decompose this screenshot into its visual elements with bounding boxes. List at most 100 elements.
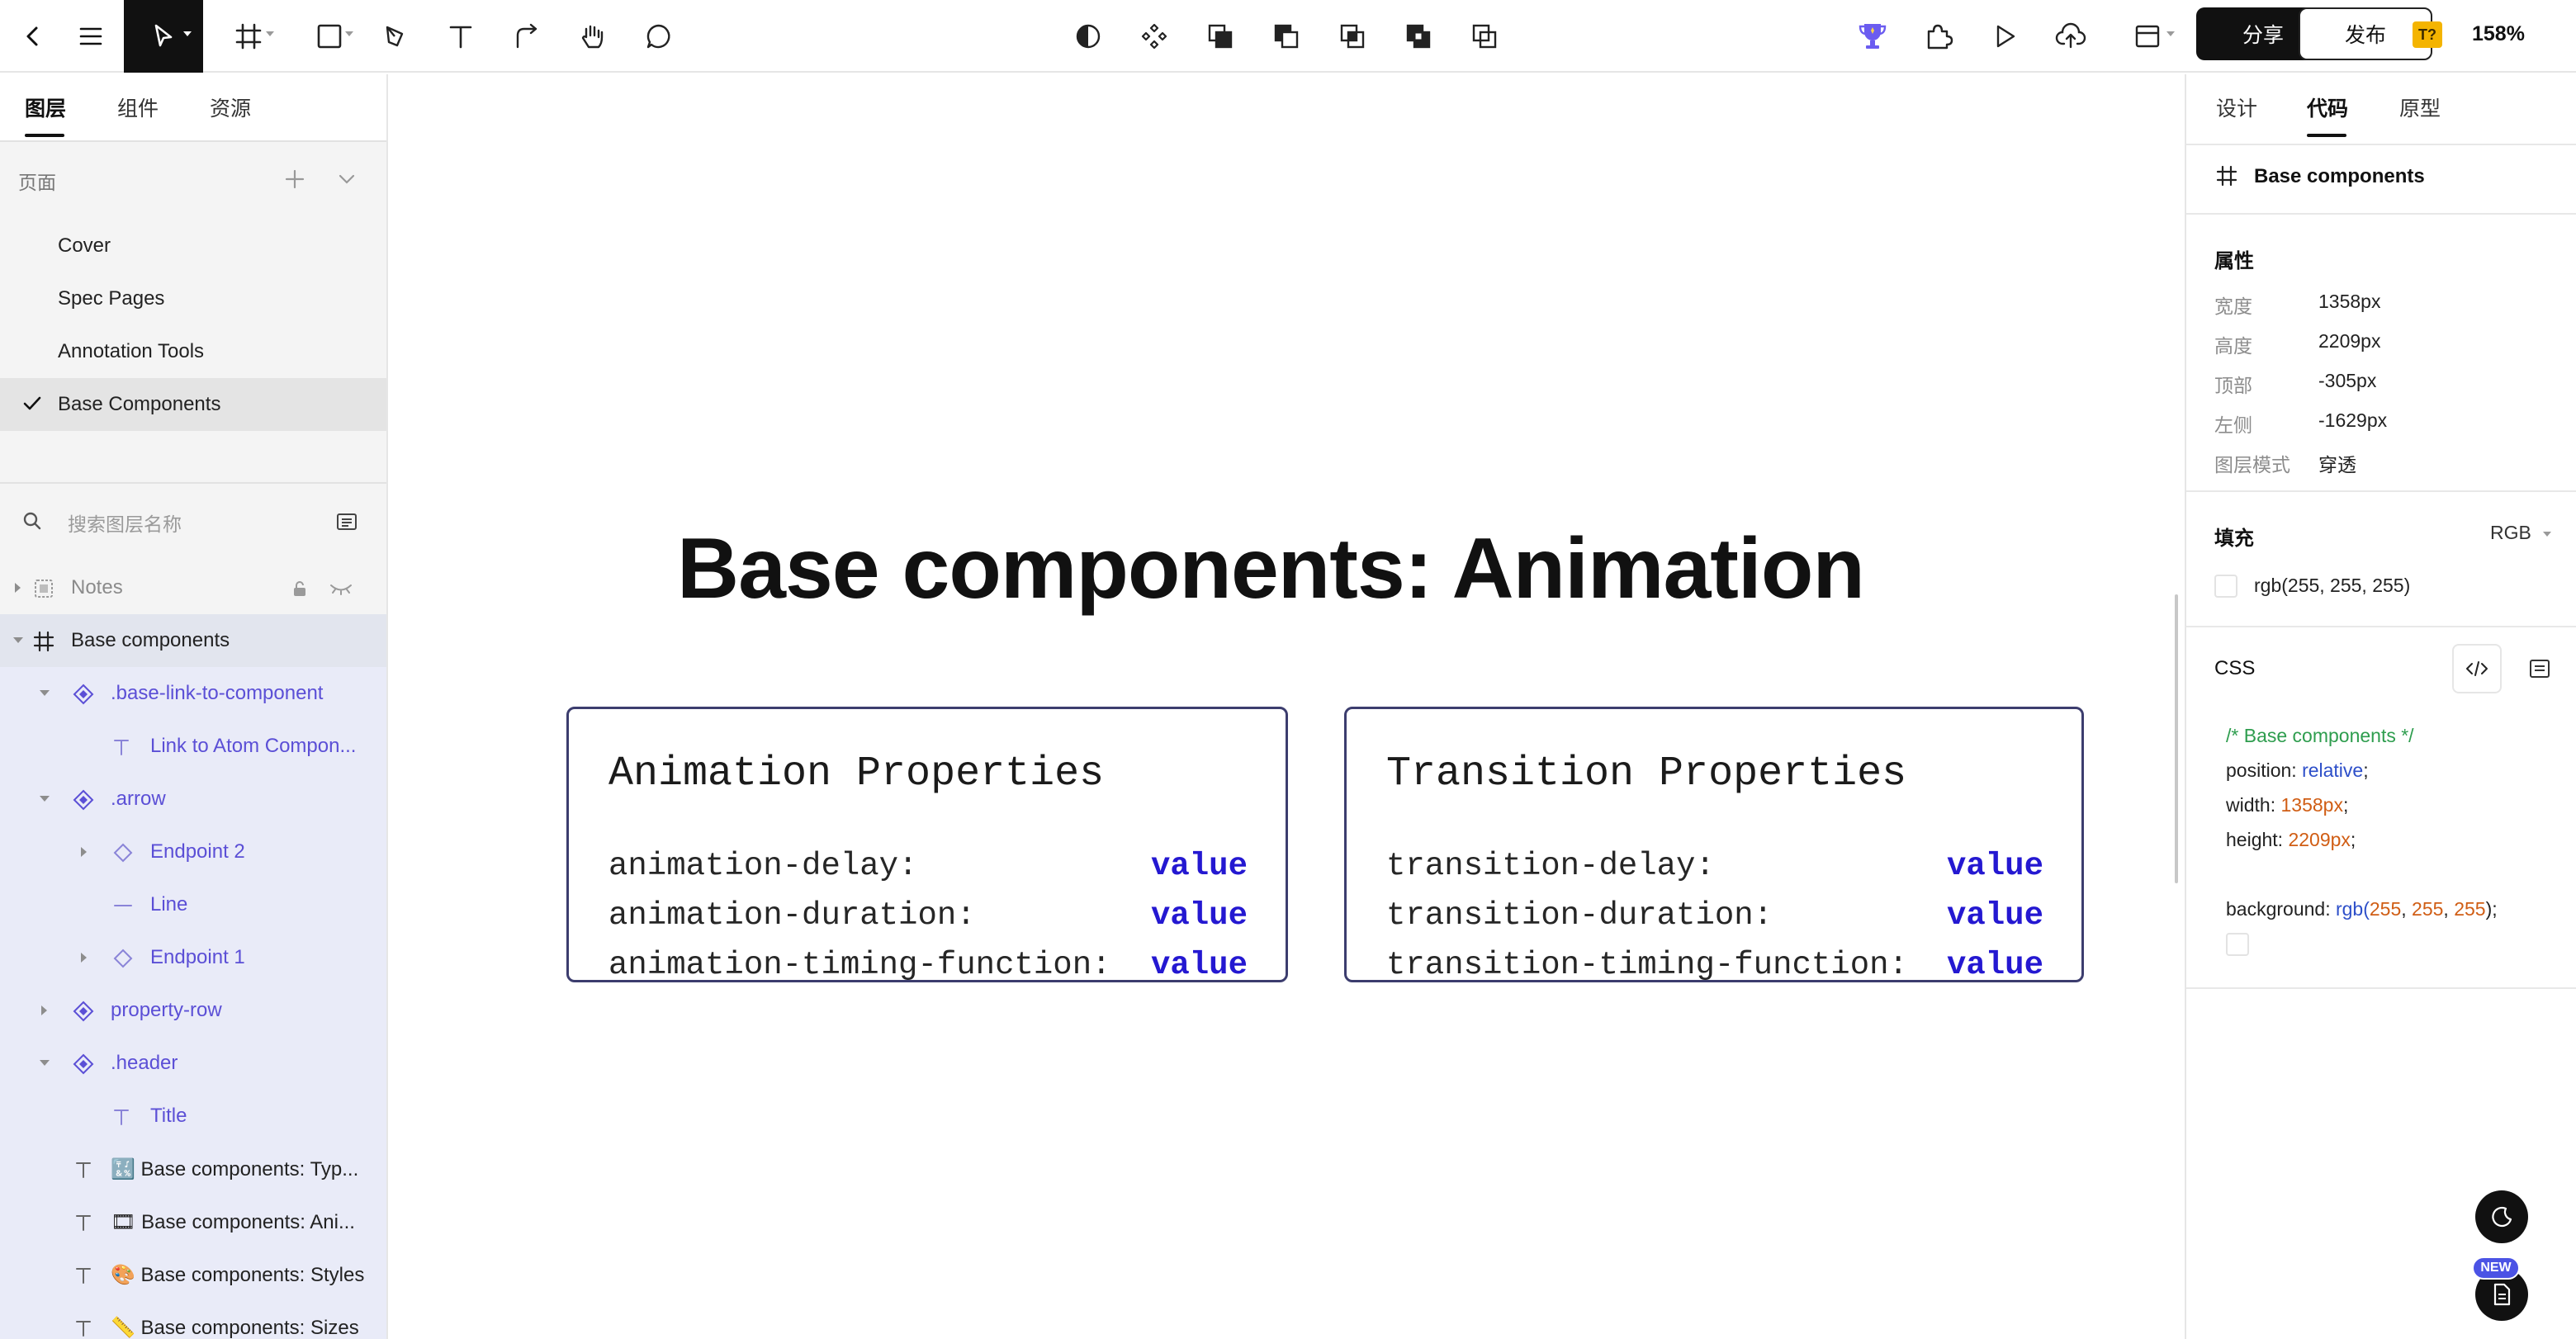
layer-row-property-row[interactable]: property-row <box>0 984 386 1037</box>
tab-design[interactable]: 设计 <box>2216 92 2257 122</box>
layer-row-notes[interactable]: Notes <box>0 561 386 614</box>
color-mode-select[interactable]: RGB <box>2490 522 2531 544</box>
layer-row-styles[interactable]: 🎨 Base components: Styles <box>0 1248 386 1301</box>
layer-label: Endpoint 2 <box>150 840 245 863</box>
union-button[interactable] <box>1197 0 1243 73</box>
component-icon <box>1141 23 1167 50</box>
plugin-icon[interactable] <box>1915 0 1962 73</box>
page-label: Base Components <box>58 393 221 415</box>
chevron-down-icon[interactable] <box>345 31 353 36</box>
trophy-icon[interactable] <box>1849 0 1896 73</box>
chevron-down-icon[interactable] <box>2166 31 2175 36</box>
text-icon <box>449 26 472 49</box>
layer-row-endpoint-1[interactable]: Endpoint 1 <box>0 931 386 984</box>
menu-icon[interactable] <box>66 0 116 73</box>
layout-menu-button[interactable] <box>2119 0 2176 73</box>
canvas-scrollbar[interactable] <box>2175 594 2178 883</box>
layer-row-base-link-to-component[interactable]: .base-link-to-component <box>0 667 386 720</box>
expand-caret-icon[interactable] <box>81 953 87 963</box>
chevron-down-icon[interactable] <box>337 172 357 187</box>
filter-list-icon[interactable] <box>335 512 358 532</box>
font-missing-badge[interactable]: T? <box>2413 21 2442 48</box>
page-item-annotation-tools[interactable]: Annotation Tools <box>0 325 386 378</box>
left-panel: 图层 组件 资源 页面 Cover Spec Pages Annotation … <box>0 74 388 1339</box>
css-color-swatch <box>2226 933 2249 956</box>
fill-value[interactable]: rgb(255, 255, 255) <box>2254 575 2410 597</box>
frame-tool-button[interactable] <box>220 0 277 73</box>
css-heading: CSS <box>2214 657 2256 679</box>
pointer-tool-button[interactable] <box>124 0 203 73</box>
page-item-spec-pages[interactable]: Spec Pages <box>0 272 386 325</box>
top-value: -305px <box>2318 370 2377 391</box>
dark-mode-button[interactable] <box>2475 1190 2528 1243</box>
add-page-icon[interactable] <box>284 168 305 190</box>
expand-caret-icon[interactable] <box>81 847 87 857</box>
component-button[interactable] <box>1131 0 1177 73</box>
text-layer-icon <box>76 1162 91 1178</box>
transition-properties-card[interactable]: Transition Properties transition-delay: … <box>1344 707 2084 983</box>
property-name: animation-duration: <box>608 897 976 934</box>
design-canvas[interactable]: Base components: Animation Animation Pro… <box>390 74 2185 1339</box>
expand-caret-icon[interactable] <box>15 583 21 593</box>
layer-row-header[interactable]: .header <box>0 1037 386 1090</box>
flatten-button[interactable] <box>1461 0 1508 73</box>
css-comment-text: /* Base components */ <box>2226 725 2414 746</box>
tab-prototype[interactable]: 原型 <box>2399 92 2441 122</box>
comment-tool-button[interactable] <box>632 0 685 73</box>
upload-cloud-icon[interactable] <box>2048 0 2094 73</box>
layer-label: Link to Atom Compon... <box>150 735 357 757</box>
layer-label: property-row <box>111 999 222 1021</box>
lock-icon[interactable] <box>291 580 309 598</box>
eye-hidden-icon[interactable] <box>329 581 353 596</box>
chevron-down-icon[interactable] <box>2543 532 2551 537</box>
property-name: transition-duration: <box>1386 897 1773 934</box>
collapse-caret-icon[interactable] <box>40 1060 50 1066</box>
property-value: value <box>1946 897 2043 934</box>
hand-tool-button[interactable] <box>566 0 619 73</box>
layer-row-animation[interactable]: 🎞 Base components: Ani... <box>0 1195 386 1248</box>
list-view-button[interactable] <box>2515 644 2564 693</box>
code-view-button[interactable] <box>2452 644 2502 693</box>
pen-tool-button[interactable] <box>368 0 421 73</box>
fill-swatch[interactable] <box>2214 575 2237 598</box>
layer-row-line[interactable]: Line <box>0 878 386 931</box>
connector-icon <box>516 23 537 49</box>
tab-assets[interactable]: 资源 <box>210 92 251 122</box>
text-tool-button[interactable] <box>434 0 487 73</box>
collapse-caret-icon[interactable] <box>40 796 50 802</box>
tab-components[interactable]: 组件 <box>117 92 159 122</box>
layer-row-typography[interactable]: 🔣 Base components: Typ... <box>0 1143 386 1195</box>
divider <box>0 140 386 142</box>
animation-properties-card[interactable]: Animation Properties animation-delay: va… <box>566 707 1288 983</box>
mask-button[interactable] <box>1065 0 1111 73</box>
play-icon[interactable] <box>1982 0 2028 73</box>
subtract-button[interactable] <box>1263 0 1309 73</box>
expand-caret-icon[interactable] <box>41 1005 47 1015</box>
css-value: 2209px <box>2288 829 2351 850</box>
collapse-caret-icon[interactable] <box>13 637 23 643</box>
layer-row-base-components[interactable]: Base components <box>0 614 386 667</box>
rectangle-tool-button[interactable] <box>301 0 358 73</box>
intersect-button[interactable] <box>1329 0 1376 73</box>
tab-code[interactable]: 代码 <box>2307 92 2348 122</box>
exclude-button[interactable] <box>1395 0 1442 73</box>
css-r: 255 <box>2369 898 2402 920</box>
layer-row-link-to-atom[interactable]: Link to Atom Compon... <box>0 720 386 773</box>
layer-row-sizes[interactable]: 📏 Base components: Sizes <box>0 1301 386 1339</box>
page-item-cover[interactable]: Cover <box>0 220 386 272</box>
blend-mode-value: 穿透 <box>2318 454 2356 476</box>
frame-heading[interactable]: Base components: Animation <box>677 520 1865 618</box>
chevron-down-icon[interactable] <box>183 31 192 36</box>
chevron-down-icon[interactable] <box>266 31 274 36</box>
layer-search-input[interactable]: 搜索图层名称 <box>68 509 182 537</box>
css-value: 1358px <box>2280 794 2343 816</box>
layer-row-endpoint-2[interactable]: Endpoint 2 <box>0 826 386 878</box>
connector-tool-button[interactable] <box>500 0 553 73</box>
page-item-base-components[interactable]: Base Components <box>0 378 386 431</box>
tab-layers[interactable]: 图层 <box>25 92 66 122</box>
back-chevron-icon[interactable] <box>8 0 58 73</box>
layer-row-title[interactable]: Title <box>0 1090 386 1143</box>
collapse-caret-icon[interactable] <box>40 690 50 696</box>
layer-row-arrow[interactable]: .arrow <box>0 773 386 826</box>
zoom-level[interactable]: 158% <box>2472 20 2525 48</box>
